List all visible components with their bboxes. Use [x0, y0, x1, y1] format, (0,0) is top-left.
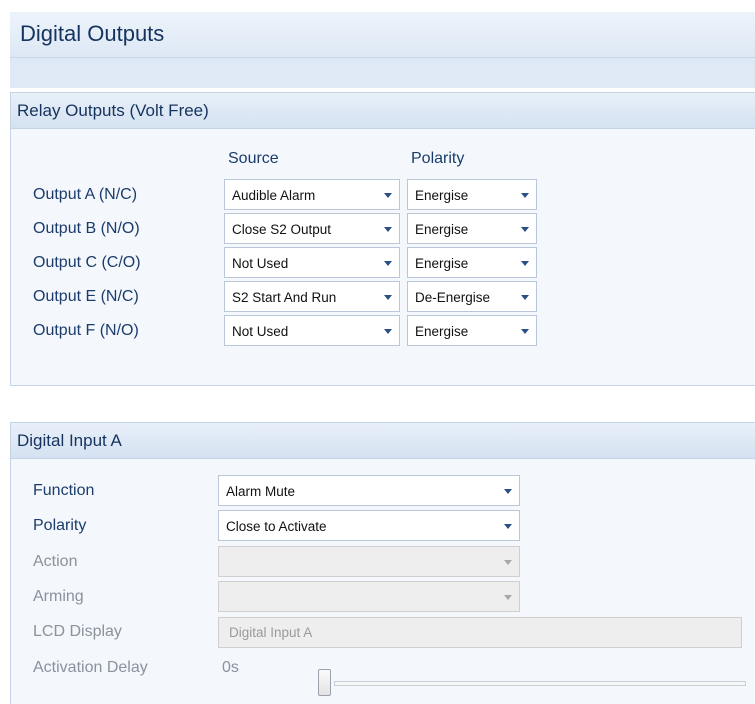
chevron-down-icon: [384, 193, 392, 198]
output-f-polarity-value: Energise: [415, 324, 469, 339]
output-b-source-dropdown[interactable]: Close S2 Output: [224, 213, 400, 244]
relay-outputs-group: Relay Outputs (Volt Free) Source Polarit…: [10, 92, 755, 386]
output-a-source-dropdown[interactable]: Audible Alarm: [224, 179, 400, 210]
chevron-down-icon: [521, 227, 529, 232]
header-spacer: [10, 58, 755, 88]
output-e-polarity-dropdown[interactable]: De-Energise: [407, 281, 537, 312]
output-e-polarity-value: De-Energise: [415, 290, 491, 305]
chevron-down-icon: [521, 329, 529, 334]
output-a-polarity-dropdown[interactable]: Energise: [407, 179, 537, 210]
relay-outputs-title: Relay Outputs (Volt Free): [17, 101, 209, 120]
chevron-down-icon: [384, 295, 392, 300]
lcd-display-field: Digital Input A: [218, 617, 742, 648]
output-e-label: Output E (N/C): [33, 288, 139, 305]
chevron-down-icon: [504, 489, 512, 494]
chevron-down-icon: [384, 261, 392, 266]
output-a-label: Output A (N/C): [33, 186, 138, 203]
lcd-display-label: LCD Display: [33, 623, 122, 640]
chevron-down-icon: [384, 329, 392, 334]
action-dropdown: [218, 546, 520, 577]
relay-outputs-header: Relay Outputs (Volt Free): [11, 93, 755, 129]
chevron-down-icon: [521, 193, 529, 198]
function-value: Alarm Mute: [226, 484, 296, 499]
digital-input-a-title: Digital Input A: [17, 431, 122, 450]
input-polarity-dropdown[interactable]: Close to Activate: [218, 510, 520, 541]
activation-delay-slider-thumb[interactable]: [318, 669, 331, 696]
activation-delay-label: Activation Delay: [33, 659, 148, 676]
function-dropdown[interactable]: Alarm Mute: [218, 475, 520, 506]
activation-delay-value: 0s: [222, 659, 239, 676]
chevron-down-icon: [384, 227, 392, 232]
arming-label: Arming: [33, 588, 84, 605]
output-a-polarity-value: Energise: [415, 188, 469, 203]
activation-delay-slider-track[interactable]: [334, 681, 746, 686]
output-b-source-value: Close S2 Output: [232, 222, 332, 237]
action-label: Action: [33, 553, 78, 570]
page-title: Digital Outputs: [20, 21, 165, 46]
output-c-polarity-value: Energise: [415, 256, 469, 271]
source-column-header: Source: [228, 150, 279, 167]
chevron-down-icon: [504, 595, 512, 600]
output-f-source-value: Not Used: [232, 324, 289, 339]
output-a-source-value: Audible Alarm: [232, 188, 316, 203]
digital-input-a-header: Digital Input A: [11, 423, 755, 459]
output-c-source-value: Not Used: [232, 256, 289, 271]
lcd-display-value: Digital Input A: [229, 625, 313, 640]
output-e-source-dropdown[interactable]: S2 Start And Run: [224, 281, 400, 312]
output-f-source-dropdown[interactable]: Not Used: [224, 315, 400, 346]
polarity-column-header: Polarity: [411, 150, 465, 167]
function-label: Function: [33, 482, 95, 499]
output-c-label: Output C (C/O): [33, 254, 141, 271]
input-polarity-label: Polarity: [33, 517, 87, 534]
output-b-polarity-value: Energise: [415, 222, 469, 237]
chevron-down-icon: [521, 295, 529, 300]
output-b-label: Output B (N/O): [33, 220, 140, 237]
output-b-polarity-dropdown[interactable]: Energise: [407, 213, 537, 244]
output-f-polarity-dropdown[interactable]: Energise: [407, 315, 537, 346]
chevron-down-icon: [521, 261, 529, 266]
chevron-down-icon: [504, 560, 512, 565]
output-c-source-dropdown[interactable]: Not Used: [224, 247, 400, 278]
output-e-source-value: S2 Start And Run: [232, 290, 337, 305]
digital-input-a-group: Digital Input A Function Alarm Mute Pola…: [10, 422, 755, 704]
arming-dropdown: [218, 581, 520, 612]
page-header: Digital Outputs: [10, 12, 755, 58]
input-polarity-value: Close to Activate: [226, 519, 327, 534]
chevron-down-icon: [504, 524, 512, 529]
output-f-label: Output F (N/O): [33, 322, 139, 339]
output-c-polarity-dropdown[interactable]: Energise: [407, 247, 537, 278]
